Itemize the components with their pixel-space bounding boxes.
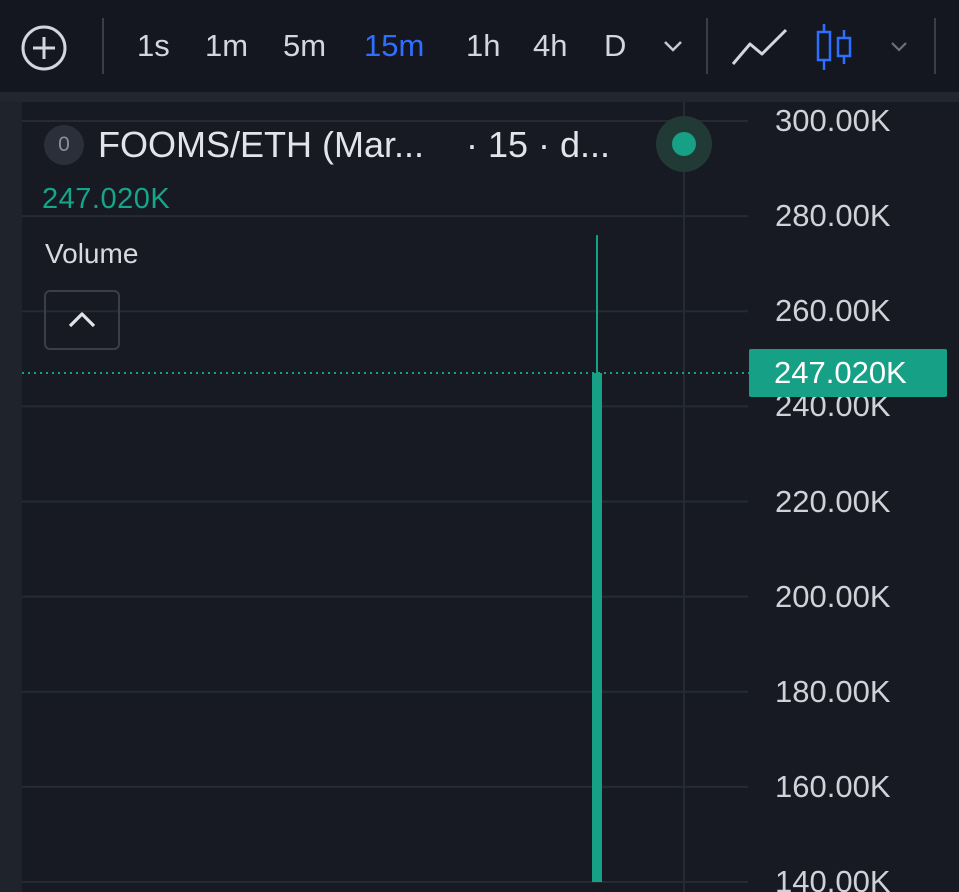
indicator-count-badge[interactable]: 0	[44, 125, 84, 165]
legend-last-price: 247.020K	[42, 183, 171, 215]
axis-tick-label: 280.00K	[775, 198, 891, 234]
axis-tick-label: 140.00K	[775, 864, 891, 892]
axis-tick-label: 300.00K	[775, 103, 891, 138]
volume-indicator-label[interactable]: Volume	[45, 236, 138, 272]
axis-tick-label: 260.00K	[775, 293, 891, 329]
interval-info: · 15 · d...	[466, 124, 611, 165]
candle-body	[592, 372, 602, 882]
axis-tick-label: 160.00K	[775, 768, 891, 804]
grid-lines	[22, 102, 748, 892]
chevron-up-icon	[68, 312, 96, 328]
status-dot-icon	[672, 132, 696, 156]
axis-tick-label: 180.00K	[775, 673, 891, 709]
current-price-tag: 247.020K	[749, 349, 947, 397]
symbol-title[interactable]: FOOMS/ETH (Mar...	[98, 123, 424, 167]
candles	[592, 235, 602, 882]
axis-tick-label: 220.00K	[775, 483, 891, 519]
axis-tick-label: 200.00K	[775, 578, 891, 614]
collapse-legend-button[interactable]	[44, 290, 120, 350]
chart-window: 1s 1m 5m 15m 1h 4h D 0 FOOMS/ETH (Mar...…	[0, 0, 959, 892]
